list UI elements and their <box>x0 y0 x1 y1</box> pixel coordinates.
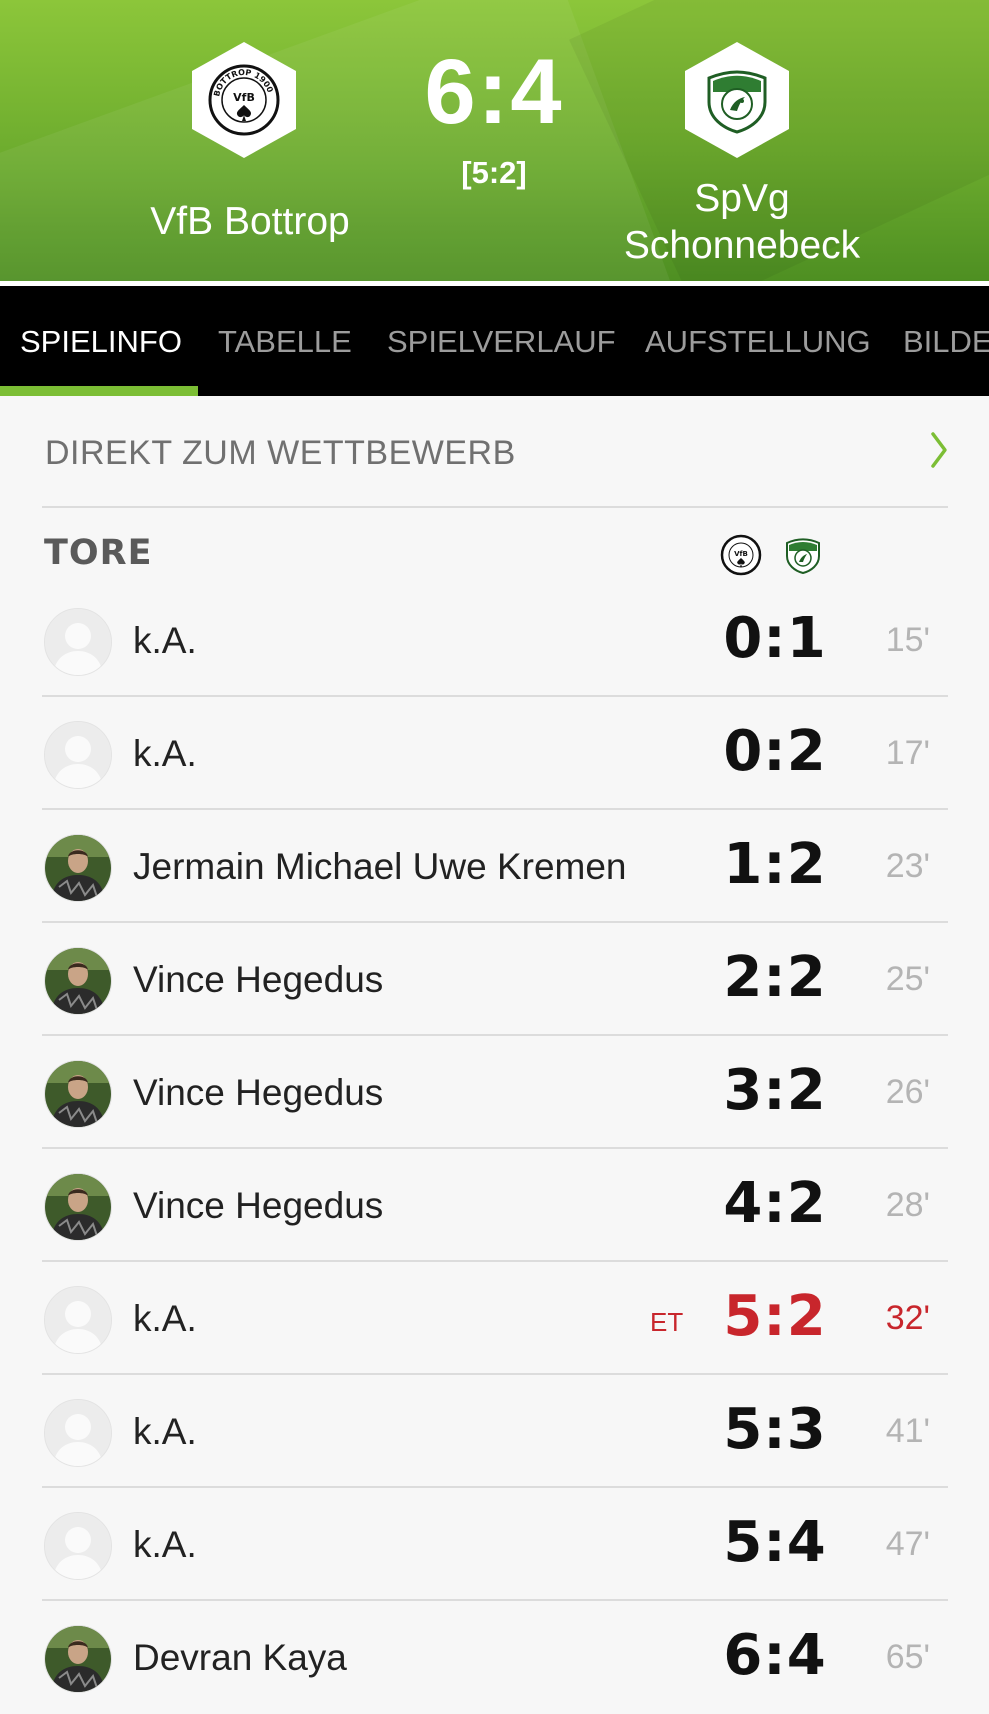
goal-row[interactable]: k.A. 0:1 15' <box>0 584 989 697</box>
tab-spielinfo[interactable]: SPIELINFO <box>20 324 182 360</box>
away-team-name[interactable]: SpVg Schonnebeck <box>592 175 892 269</box>
goal-minute: 15' <box>885 621 930 659</box>
goal-score: 0:2 <box>723 719 827 784</box>
goal-score: 5:4 <box>723 1510 827 1575</box>
player-photo <box>45 1174 111 1240</box>
player-placeholder-icon <box>45 1513 111 1579</box>
goal-score: 4:2 <box>723 1171 827 1236</box>
goal-scorer-name: k.A. <box>133 1524 197 1565</box>
avatar <box>44 1286 112 1354</box>
goal-row[interactable]: k.A. 5:3 41' <box>0 1375 989 1488</box>
goal-minute: 17' <box>885 734 930 772</box>
player-placeholder-icon <box>45 1287 111 1353</box>
section-divider <box>42 506 948 508</box>
tab-bar: SPIELINFO TABELLE SPIELVERLAUF AUFSTELLU… <box>0 286 989 396</box>
player-placeholder-icon <box>45 722 111 788</box>
avatar <box>44 608 112 676</box>
avatar <box>44 947 112 1015</box>
goal-row[interactable]: k.A. 5:4 47' <box>0 1488 989 1601</box>
goal-scorer-name: k.A. <box>133 1411 197 1452</box>
tab-aufstellung[interactable]: AUFSTELLUNG <box>645 324 871 360</box>
goal-minute: 25' <box>885 960 930 998</box>
competition-link[interactable]: DIREKT ZUM WETTBEWERB <box>0 396 989 506</box>
player-photo <box>45 835 111 901</box>
avatar <box>44 1625 112 1693</box>
avatar <box>44 1173 112 1241</box>
competition-link-label: DIREKT ZUM WETTBEWERB <box>45 434 516 472</box>
goal-scorer-name: Vince Hegedus <box>133 959 384 1000</box>
away-team-mini-logo-icon <box>786 538 820 575</box>
chevron-right-icon <box>931 432 947 468</box>
goal-score: 2:2 <box>723 945 827 1010</box>
goal-scorer-name: k.A. <box>133 1298 197 1339</box>
match-header: BOTTROP 1900 VfB 6:4 [5:2] VfB Bottrop S… <box>0 0 989 281</box>
goal-score: 5:2 <box>723 1284 827 1349</box>
avatar <box>44 1060 112 1128</box>
tab-spielverlauf[interactable]: SPIELVERLAUF <box>387 324 616 360</box>
goal-minute: 32' <box>885 1299 930 1337</box>
tab-bilder[interactable]: BILDE <box>903 324 989 360</box>
goal-minute: 28' <box>885 1186 930 1224</box>
goal-row[interactable]: Vince Hegedus 4:2 28' <box>0 1149 989 1262</box>
own-goal-badge: ET <box>650 1307 684 1337</box>
avatar <box>44 1399 112 1467</box>
goal-minute: 23' <box>885 847 930 885</box>
goal-row[interactable]: k.A. 0:2 17' <box>0 697 989 810</box>
avatar <box>44 721 112 789</box>
goal-row[interactable]: Vince Hegedus 3:2 26' <box>0 1036 989 1149</box>
player-photo <box>45 1626 111 1692</box>
vfb-bottrop-logo-icon: BOTTROP 1900 VfB <box>208 64 280 136</box>
home-team-mini-logo-icon: VfB <box>720 534 762 576</box>
goal-scorer-name: k.A. <box>133 733 197 774</box>
goal-score: 0:1 <box>723 606 827 671</box>
goal-scorer-name: Devran Kaya <box>133 1637 347 1678</box>
avatar <box>44 834 112 902</box>
final-score: 6:4 <box>424 41 564 143</box>
goal-scorer-name: k.A. <box>133 620 197 661</box>
avatar <box>44 1512 112 1580</box>
player-placeholder-icon <box>45 609 111 675</box>
goal-row[interactable]: k.A. ET 5:2 32' <box>0 1262 989 1375</box>
player-photo <box>45 948 111 1014</box>
goal-row[interactable]: Devran Kaya 6:4 65' <box>0 1601 989 1714</box>
goal-minute: 41' <box>885 1412 930 1450</box>
active-tab-indicator <box>0 386 198 396</box>
goal-score: 1:2 <box>723 832 827 897</box>
tab-tabelle[interactable]: TABELLE <box>218 324 352 360</box>
goal-minute: 65' <box>885 1638 930 1676</box>
goal-score: 3:2 <box>723 1058 827 1123</box>
goal-scorer-name: Vince Hegedus <box>133 1072 384 1113</box>
spvg-schonnebeck-logo-icon <box>707 70 767 134</box>
player-photo <box>45 1061 111 1127</box>
goals-section-title: TORE <box>44 533 153 573</box>
goal-scorer-name: Vince Hegedus <box>133 1185 384 1226</box>
player-placeholder-icon <box>45 1400 111 1466</box>
goal-scorer-name: Jermain Michael Uwe Kremen <box>133 846 627 887</box>
goal-minute: 26' <box>885 1073 930 1111</box>
goal-score: 6:4 <box>723 1623 827 1688</box>
svg-text:VfB: VfB <box>233 91 255 104</box>
goal-minute: 47' <box>885 1525 930 1563</box>
home-team-name[interactable]: VfB Bottrop <box>100 198 400 245</box>
halftime-score: [5:2] <box>461 155 527 190</box>
goal-row[interactable]: Vince Hegedus 2:2 25' <box>0 923 989 1036</box>
goal-score: 5:3 <box>723 1397 827 1462</box>
svg-text:VfB: VfB <box>734 550 748 558</box>
goal-row[interactable]: Jermain Michael Uwe Kremen 1:2 23' <box>0 810 989 923</box>
